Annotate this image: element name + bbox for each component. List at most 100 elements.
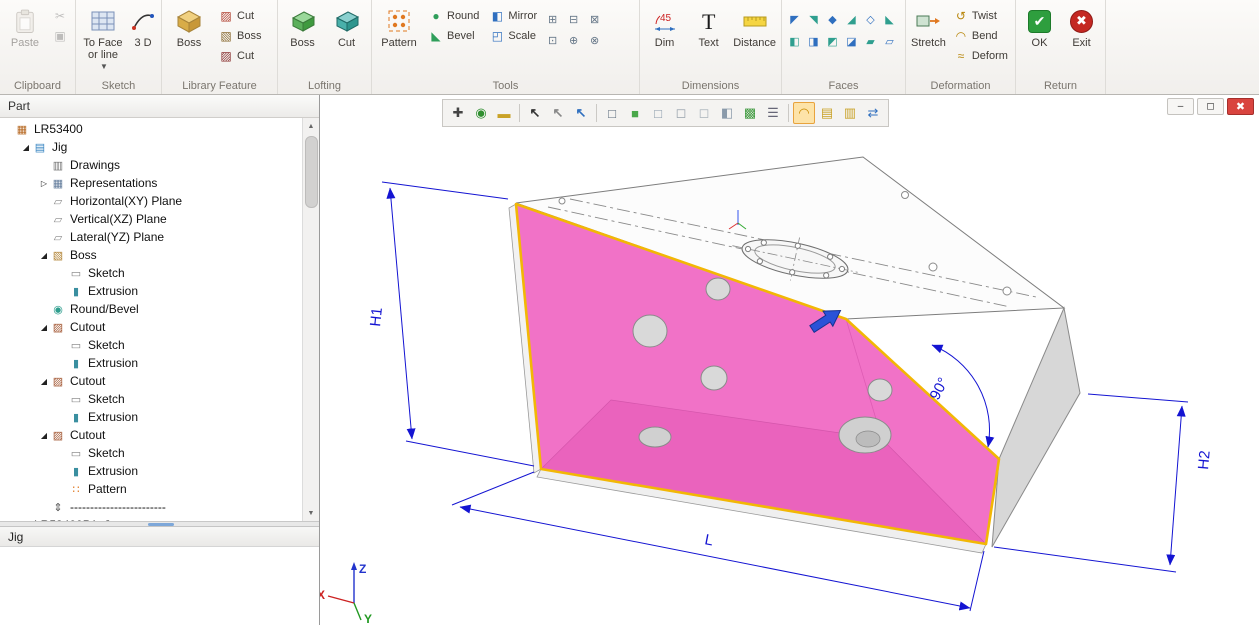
checker-cube-tool[interactable]: ▩	[739, 102, 761, 124]
dim-label-h1[interactable]: H1	[367, 307, 386, 328]
tree-item-extrusion[interactable]: ▮Extrusion	[0, 462, 302, 480]
minimize-button[interactable]: –	[1167, 98, 1194, 115]
tree-expander-icon[interactable]: ◢	[38, 377, 50, 386]
top-hole[interactable]	[1003, 287, 1011, 295]
lofting-boss-button[interactable]: Boss	[282, 3, 323, 52]
pin-tool[interactable]: ✚	[447, 102, 469, 124]
scroll-thumb[interactable]	[305, 136, 318, 208]
bolt-hole[interactable]	[823, 272, 829, 278]
tree-item-lr53400[interactable]: ▦LR53400	[0, 120, 302, 138]
bolt-hole[interactable]	[839, 266, 845, 272]
select-point-tool[interactable]: ↖	[524, 102, 546, 124]
wall-hole[interactable]	[633, 315, 667, 347]
scroll-down-button[interactable]: ▼	[303, 505, 320, 521]
ok-button[interactable]: ✔ OK	[1020, 3, 1059, 52]
bolt-hole[interactable]	[761, 240, 767, 246]
top-hole[interactable]	[929, 263, 937, 271]
dim-label-l[interactable]: L	[703, 531, 714, 549]
model[interactable]	[509, 157, 1080, 553]
tree-item-drawings[interactable]: ▥Drawings	[0, 156, 302, 174]
bevel-button[interactable]: ◣Bevel	[425, 28, 483, 44]
close-button[interactable]: ✖	[1227, 98, 1254, 115]
floor-hole[interactable]	[639, 427, 671, 447]
pushpin-tool[interactable]: ◉	[470, 102, 492, 124]
face-tool-4[interactable]: ◢	[843, 11, 860, 28]
curve-edit-tool[interactable]: ◠	[793, 102, 815, 124]
tree-item-separator[interactable]: ⇕------------------------	[0, 498, 302, 516]
cut-button[interactable]: ✂	[49, 8, 71, 24]
3d-scene[interactable]: H1 L H2 90°	[320, 95, 1259, 625]
3d-viewport[interactable]: H1 L H2 90°	[320, 95, 1259, 625]
tree-item-sketch[interactable]: ▭Sketch	[0, 390, 302, 408]
twist-button[interactable]: ↺Twist	[950, 8, 1012, 24]
bolt-hole[interactable]	[795, 243, 801, 249]
panel-splitter[interactable]	[0, 522, 319, 527]
tree-item-boss[interactable]: ◢▧Boss	[0, 246, 302, 264]
tool-extra-6[interactable]: ⊗	[586, 32, 603, 49]
solid-view-tool[interactable]: ■	[624, 102, 646, 124]
select-face-tool[interactable]: ↖	[570, 102, 592, 124]
face-tool-3[interactable]: ◆	[824, 11, 841, 28]
face-tool-11[interactable]: ▰	[862, 33, 879, 50]
dim-label-h2[interactable]: H2	[1195, 450, 1214, 471]
exit-button[interactable]: ✖ Exit	[1062, 3, 1101, 52]
right-end-face[interactable]	[992, 308, 1080, 547]
face-tool-2[interactable]: ◥	[805, 11, 822, 28]
tree-item-lateral-yz-plane[interactable]: ▱Lateral(YZ) Plane	[0, 228, 302, 246]
distance-button[interactable]: Distance	[732, 3, 777, 52]
wall-hole[interactable]	[868, 379, 892, 401]
copy-button[interactable]: ▣	[49, 28, 71, 44]
bolt-hole[interactable]	[745, 246, 751, 252]
tree-item-sketch[interactable]: ▭Sketch	[0, 336, 302, 354]
prism-view-tool[interactable]: ◧	[716, 102, 738, 124]
tree-item-extrusion[interactable]: ▮Extrusion	[0, 282, 302, 300]
face-tool-9[interactable]: ◩	[824, 33, 841, 50]
tree-item-pattern[interactable]: ∷Pattern	[0, 480, 302, 498]
deform-button[interactable]: ≈Deform	[950, 48, 1012, 64]
lower-pane-title[interactable]: Jig	[0, 527, 319, 547]
tree-item-jig[interactable]: ◢▤Jig	[0, 138, 302, 156]
paste-button[interactable]: Paste	[4, 3, 46, 52]
face-tool-5[interactable]: ◇	[862, 11, 879, 28]
tree-expander-icon[interactable]: ◢	[38, 251, 50, 260]
bolt-hole[interactable]	[757, 258, 763, 264]
bend-button[interactable]: ◠Bend	[950, 28, 1012, 44]
folder-tool[interactable]: ▥	[839, 102, 861, 124]
ruler-tool[interactable]: ▬	[493, 102, 515, 124]
library-boss-button[interactable]: Boss	[166, 3, 212, 52]
sketch-3d-button[interactable]: 3 D	[129, 3, 157, 52]
box-view-tool-1[interactable]: □	[647, 102, 669, 124]
select-arrow-tool[interactable]: ↖	[547, 102, 569, 124]
floor-hole[interactable]	[856, 431, 880, 447]
tree-expander-icon[interactable]: ◢	[38, 431, 50, 440]
tree-item-cutout[interactable]: ◢▨Cutout	[0, 426, 302, 444]
face-tool-8[interactable]: ◨	[805, 33, 822, 50]
tree-item-horizontal-xy-plane[interactable]: ▱Horizontal(XY) Plane	[0, 192, 302, 210]
pattern-button[interactable]: Pattern	[376, 3, 422, 52]
library-boss2-button[interactable]: ▧Boss	[215, 28, 265, 44]
tool-extra-2[interactable]: ⊟	[565, 11, 582, 28]
splitter-grip-icon[interactable]	[148, 523, 174, 526]
tree-expander-icon[interactable]: ◢	[38, 323, 50, 332]
wall-hole[interactable]	[706, 278, 730, 300]
tree-scrollbar[interactable]: ▲ ▼	[302, 118, 319, 521]
tool-extra-1[interactable]: ⊞	[544, 11, 561, 28]
scroll-track[interactable]	[303, 134, 320, 505]
sheet-list-tool[interactable]: ☰	[762, 102, 784, 124]
library-cut2-button[interactable]: ▨Cut	[215, 48, 265, 64]
bolt-hole[interactable]	[827, 254, 833, 260]
tree-expander-icon[interactable]: ◢	[20, 143, 32, 152]
box-view-tool-3[interactable]: ◻	[693, 102, 715, 124]
dimension-h1[interactable]: H1	[367, 182, 534, 466]
to-face-or-line-button[interactable]: To Face or line▼	[80, 3, 126, 74]
library-cut-button[interactable]: ▨Cut	[215, 8, 265, 24]
top-hole[interactable]	[902, 192, 909, 199]
mirror-button[interactable]: ◧Mirror	[486, 8, 541, 24]
box-view-tool-2[interactable]: ◻	[670, 102, 692, 124]
stretch-button[interactable]: Stretch	[910, 3, 947, 52]
face-tool-7[interactable]: ◧	[786, 33, 803, 50]
tool-extra-5[interactable]: ⊕	[565, 32, 582, 49]
face-tool-1[interactable]: ◤	[786, 11, 803, 28]
tree-item-extrusion[interactable]: ▮Extrusion	[0, 354, 302, 372]
tree-item-round-bevel[interactable]: ◉Round/Bevel	[0, 300, 302, 318]
